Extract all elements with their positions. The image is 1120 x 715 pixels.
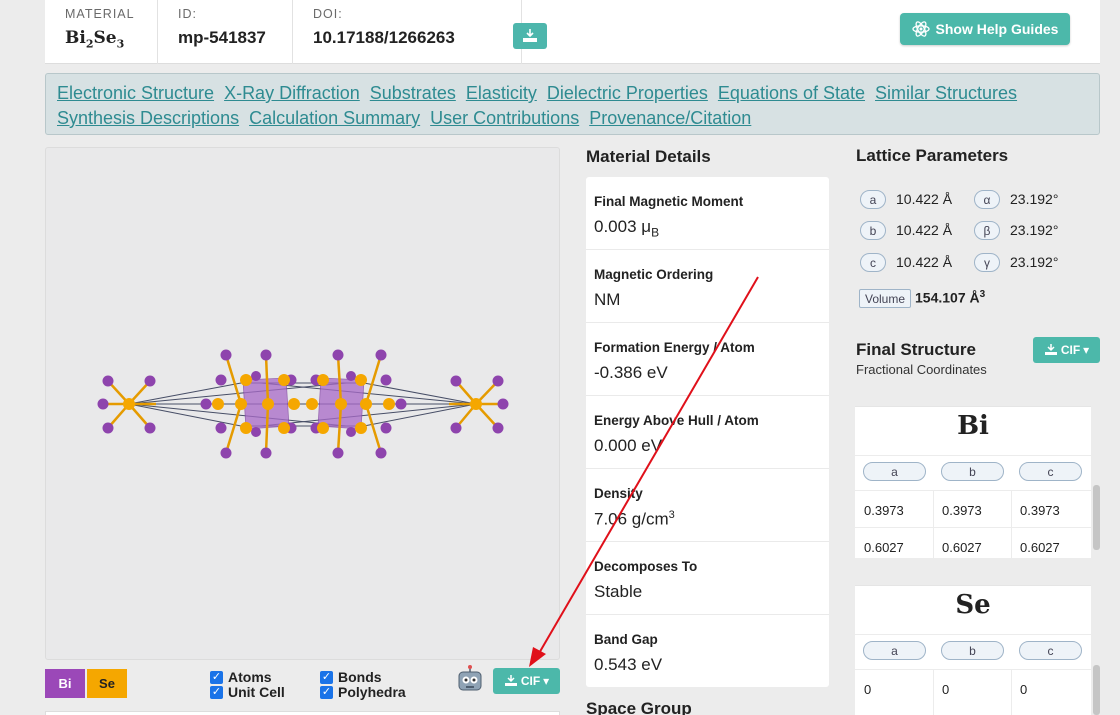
bi-element-title: Bi [957,411,989,441]
download-icon [523,29,537,42]
robot-icon[interactable] [455,664,485,694]
id-column: ID: mp-541837 [158,0,293,64]
nav-electronic-structure[interactable]: Electronic Structure [57,83,214,103]
detail-density: Density 7.06 g/cm3 [586,469,829,542]
bi-coordinates-table: Bi a b c 0.3973 0.3973 0.3973 0.6027 0.6… [855,406,1091,559]
polyhedra-checkbox[interactable]: ✓ Polyhedra [320,684,406,700]
table-row: 0.6027 0.6027 0.6027 [855,527,1091,559]
lattice-b-tag: b [860,221,886,240]
nav-dielectric-properties[interactable]: Dielectric Properties [547,83,708,103]
lattice-beta-tag: β [974,221,1000,240]
lattice-alpha-tag: α [974,190,1000,209]
section-nav: Electronic Structure X-Ray Diffraction Sub… [45,73,1100,135]
se-header-a: a [863,641,926,660]
download-icon [504,675,517,686]
lattice-beta-value: 23.192° [1010,222,1059,238]
se-header-b: b [941,641,1004,660]
volume-value: 154.107 Å3 [915,289,986,306]
material-id: mp-541837 [178,28,266,47]
help-label: Show Help Guides [935,21,1059,37]
table-row: 0.3973 0.3973 0.3973 [855,490,1091,527]
nav-calculation-summary[interactable]: Calculation Summary [249,108,420,128]
material-details-card: Final Magnetic Moment 0.003 μB Magnetic … [586,177,829,687]
volume-tag: Volume [859,289,912,308]
lattice-c-tag: c [860,253,886,272]
space-group-title: Space Group [586,699,692,715]
material-header: MATERIAL Bi2Se3 ID: mp-541837 DOI: 10.17… [45,0,1100,64]
nav-x-ray-diffraction[interactable]: X-Ray Diffraction [224,83,360,103]
check-icon: ✓ [320,670,333,684]
lattice-parameters-title: Lattice Parameters [856,146,1009,165]
nav-equations-of-state[interactable]: Equations of State [718,83,865,103]
element-bi-button[interactable]: Bi [45,669,85,698]
doi-copy-button[interactable] [513,23,547,49]
material-formula: Bi2Se3 [65,28,125,51]
show-help-guides-button[interactable]: Show Help Guides [900,13,1070,45]
nav-similar-structures[interactable]: Similar Structures [875,83,1017,103]
fractional-coordinates-label: Fractional Coordinates [856,362,987,377]
lattice-b-value: 10.422 Å [896,222,953,238]
nav-user-contributions[interactable]: User Contributions [430,108,579,128]
check-icon: ✓ [210,685,223,699]
se-table-scrollbar[interactable] [1093,665,1100,715]
detail-magnetic-ordering: Magnetic Ordering NM [586,250,829,323]
bi-table-scrollbar[interactable] [1093,485,1100,550]
bonds-checkbox[interactable]: ✓ Bonds [320,669,382,685]
bi-table-header: a b c [855,455,1091,487]
bi-header-a: a [863,462,926,481]
lattice-c-value: 10.422 Å [896,254,953,270]
lattice-a-value: 10.422 Å [896,191,953,207]
detail-band-gap: Band Gap 0.543 eV [594,632,663,674]
chevron-down-icon: ▾ [543,674,550,688]
structure-cif-download-button[interactable]: CIF ▾ [1033,337,1100,363]
doi-value: 10.17188/1266263 [313,28,455,47]
detail-decomposes-to: Decomposes To Stable [586,542,829,615]
se-header-c: c [1019,641,1082,660]
lattice-gamma-value: 23.192° [1010,254,1059,270]
detail-formation-energy: Formation Energy / Atom -0.386 eV [586,323,829,396]
bi-header-c: c [1019,462,1082,481]
chevron-down-icon: ▾ [1083,343,1090,357]
crystal-structure-render[interactable] [46,148,561,661]
viewer-footer [45,711,560,715]
detail-energy-above-hull: Energy Above Hull / Atom 0.000 eV [586,396,829,469]
detail-final-magnetic-moment: Final Magnetic Moment 0.003 μB [586,177,829,250]
atoms-checkbox[interactable]: ✓ Atoms [210,669,272,685]
final-structure-title: Final Structure [856,340,976,359]
bi-header-b: b [941,462,1004,481]
se-element-title: Se [955,590,991,620]
lattice-a-tag: a [860,190,886,209]
viewer-cif-download-button[interactable]: CIF ▾ [493,668,560,694]
structure-viewer[interactable] [45,147,560,660]
table-row: 0 0 0 [855,669,1091,709]
download-icon [1044,344,1057,355]
material-details-title: Material Details [586,147,711,166]
doi-label: DOI: [313,7,343,21]
check-icon: ✓ [320,685,333,699]
atom-icon [911,21,930,37]
unit-cell-checkbox[interactable]: ✓ Unit Cell [210,684,285,700]
doi-column: DOI: 10.17188/1266263 [293,0,522,64]
lattice-gamma-tag: γ [974,253,1000,272]
nav-provenance-citation[interactable]: Provenance/Citation [589,108,751,128]
element-se-button[interactable]: Se [87,669,127,698]
id-label: ID: [178,7,197,21]
se-coordinates-table: Se a b c 0 0 0 [855,585,1091,715]
se-table-header: a b c [855,634,1091,666]
nav-substrates[interactable]: Substrates [370,83,456,103]
material-label: MATERIAL [65,7,135,21]
nav-elasticity[interactable]: Elasticity [466,83,537,103]
lattice-alpha-value: 23.192° [1010,191,1059,207]
nav-synthesis-descriptions[interactable]: Synthesis Descriptions [57,108,239,128]
check-icon: ✓ [210,670,223,684]
material-column: MATERIAL Bi2Se3 [45,0,158,64]
